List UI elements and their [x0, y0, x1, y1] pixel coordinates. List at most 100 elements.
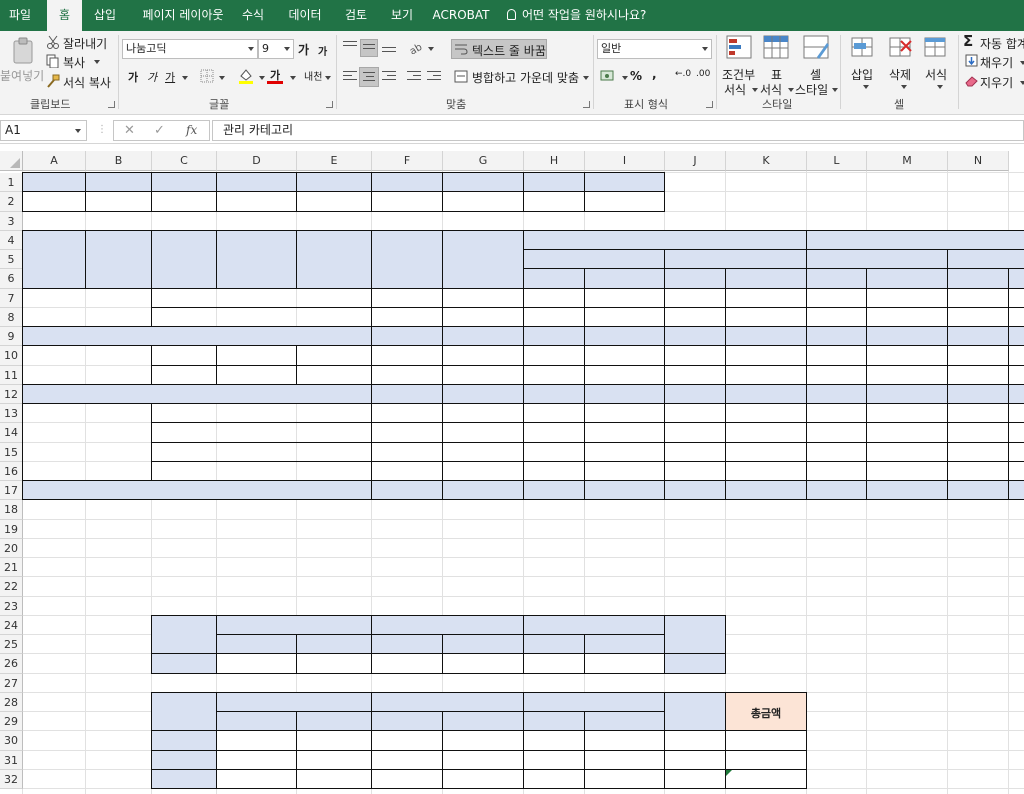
- cell[interactable]: [1008, 287, 1024, 308]
- cell[interactable]: [806, 287, 867, 308]
- cell[interactable]: [584, 441, 665, 462]
- cell[interactable]: [806, 403, 867, 424]
- column-header[interactable]: N: [948, 151, 1009, 171]
- cell[interactable]: [442, 422, 524, 443]
- cell[interactable]: [1008, 441, 1024, 462]
- cell[interactable]: [664, 768, 726, 789]
- cell[interactable]: [296, 749, 372, 770]
- row-header[interactable]: 2: [0, 192, 23, 212]
- row-header[interactable]: 15: [0, 442, 23, 462]
- cell[interactable]: [151, 422, 372, 443]
- tab-view[interactable]: 보기: [384, 0, 420, 31]
- italic-button[interactable]: 가: [147, 69, 157, 85]
- row-header[interactable]: 21: [0, 558, 23, 578]
- section-row[interactable]: [806, 326, 867, 347]
- increase-decimal-button[interactable]: ←.0: [675, 69, 691, 79]
- cell[interactable]: [806, 460, 867, 481]
- underline-button[interactable]: 가: [165, 69, 175, 85]
- column-header[interactable]: B: [86, 151, 152, 171]
- section-row[interactable]: [22, 326, 372, 347]
- section-row[interactable]: [371, 383, 443, 404]
- row-header[interactable]: 6: [0, 269, 23, 289]
- row-header[interactable]: 17: [0, 481, 23, 501]
- section-row[interactable]: [22, 383, 372, 404]
- cell[interactable]: [947, 441, 1009, 462]
- section-row[interactable]: [866, 383, 948, 404]
- cell[interactable]: [216, 749, 297, 770]
- header-cell[interactable]: [725, 268, 807, 289]
- cell[interactable]: [151, 191, 217, 212]
- cell[interactable]: [523, 441, 585, 462]
- section-row[interactable]: [371, 326, 443, 347]
- header-cell[interactable]: [151, 653, 217, 674]
- section-row[interactable]: [1008, 326, 1024, 347]
- column-header[interactable]: J: [665, 151, 726, 171]
- cell[interactable]: [523, 306, 585, 327]
- orientation-icon[interactable]: ab: [408, 40, 426, 54]
- cell[interactable]: [371, 653, 443, 674]
- column-header[interactable]: C: [152, 151, 217, 171]
- cell[interactable]: [584, 403, 665, 424]
- cell[interactable]: [584, 653, 665, 674]
- header-cell[interactable]: [523, 229, 807, 250]
- header-cell[interactable]: [584, 634, 665, 655]
- check-icon[interactable]: ✓: [154, 123, 165, 138]
- header-cell[interactable]: [216, 172, 297, 193]
- header-cell[interactable]: [85, 172, 152, 193]
- cell[interactable]: [371, 306, 443, 327]
- cell[interactable]: [523, 364, 585, 385]
- cell[interactable]: [216, 768, 297, 789]
- align-bottom-icon[interactable]: [382, 47, 396, 55]
- section-row[interactable]: [806, 383, 867, 404]
- row-header[interactable]: 5: [0, 250, 23, 270]
- row-header[interactable]: 26: [0, 654, 23, 674]
- cell[interactable]: [806, 306, 867, 327]
- header-cell[interactable]: [371, 172, 443, 193]
- cell[interactable]: [947, 364, 1009, 385]
- header-cell[interactable]: [371, 634, 443, 655]
- header-cell[interactable]: [442, 634, 524, 655]
- row-header[interactable]: 3: [0, 211, 23, 231]
- cell[interactable]: [584, 306, 665, 327]
- decrease-font-button[interactable]: 가: [318, 43, 327, 58]
- column-header[interactable]: M: [867, 151, 948, 171]
- cell[interactable]: [866, 422, 948, 443]
- delete-cells-button[interactable]: 삭제: [884, 35, 918, 93]
- cell[interactable]: [523, 749, 585, 770]
- cell[interactable]: [725, 749, 807, 770]
- cell[interactable]: [85, 191, 152, 212]
- cell[interactable]: [725, 768, 807, 789]
- font-size-combo[interactable]: 9: [258, 39, 294, 59]
- cell[interactable]: [442, 403, 524, 424]
- row-header[interactable]: 28: [0, 692, 23, 712]
- worksheet[interactable]: A B C D E F G H I J K L M N 1 2 3 4 5 6 7 8 9 10 11 12 13 14 15 16 17 1…: [0, 151, 1024, 794]
- header-cell[interactable]: [523, 634, 585, 655]
- header-cell[interactable]: [947, 268, 1009, 289]
- header-cell[interactable]: [216, 691, 372, 712]
- font-color-button[interactable]: 가: [267, 67, 285, 85]
- column-header[interactable]: L: [807, 151, 867, 171]
- header-cell[interactable]: [371, 614, 524, 635]
- cell[interactable]: [664, 306, 726, 327]
- header-cell[interactable]: [523, 711, 585, 732]
- cell[interactable]: [296, 768, 372, 789]
- section-row[interactable]: [947, 383, 1009, 404]
- row-header[interactable]: 1: [0, 173, 23, 193]
- cell[interactable]: [216, 730, 297, 751]
- header-cell[interactable]: [296, 711, 372, 732]
- header-cell[interactable]: [151, 229, 217, 289]
- header-cell[interactable]: [296, 634, 372, 655]
- name-box[interactable]: A1: [0, 120, 87, 141]
- cell[interactable]: [947, 403, 1009, 424]
- align-top-icon[interactable]: [343, 41, 357, 49]
- header-cell[interactable]: [584, 172, 665, 193]
- cell[interactable]: [725, 730, 807, 751]
- row-header[interactable]: 14: [0, 423, 23, 443]
- header-cell[interactable]: [216, 711, 297, 732]
- align-right-icon[interactable]: [382, 71, 396, 83]
- header-cell[interactable]: [216, 614, 372, 635]
- cell[interactable]: [584, 730, 665, 751]
- cell[interactable]: [947, 422, 1009, 443]
- cell[interactable]: [523, 287, 585, 308]
- section-row[interactable]: [523, 480, 585, 501]
